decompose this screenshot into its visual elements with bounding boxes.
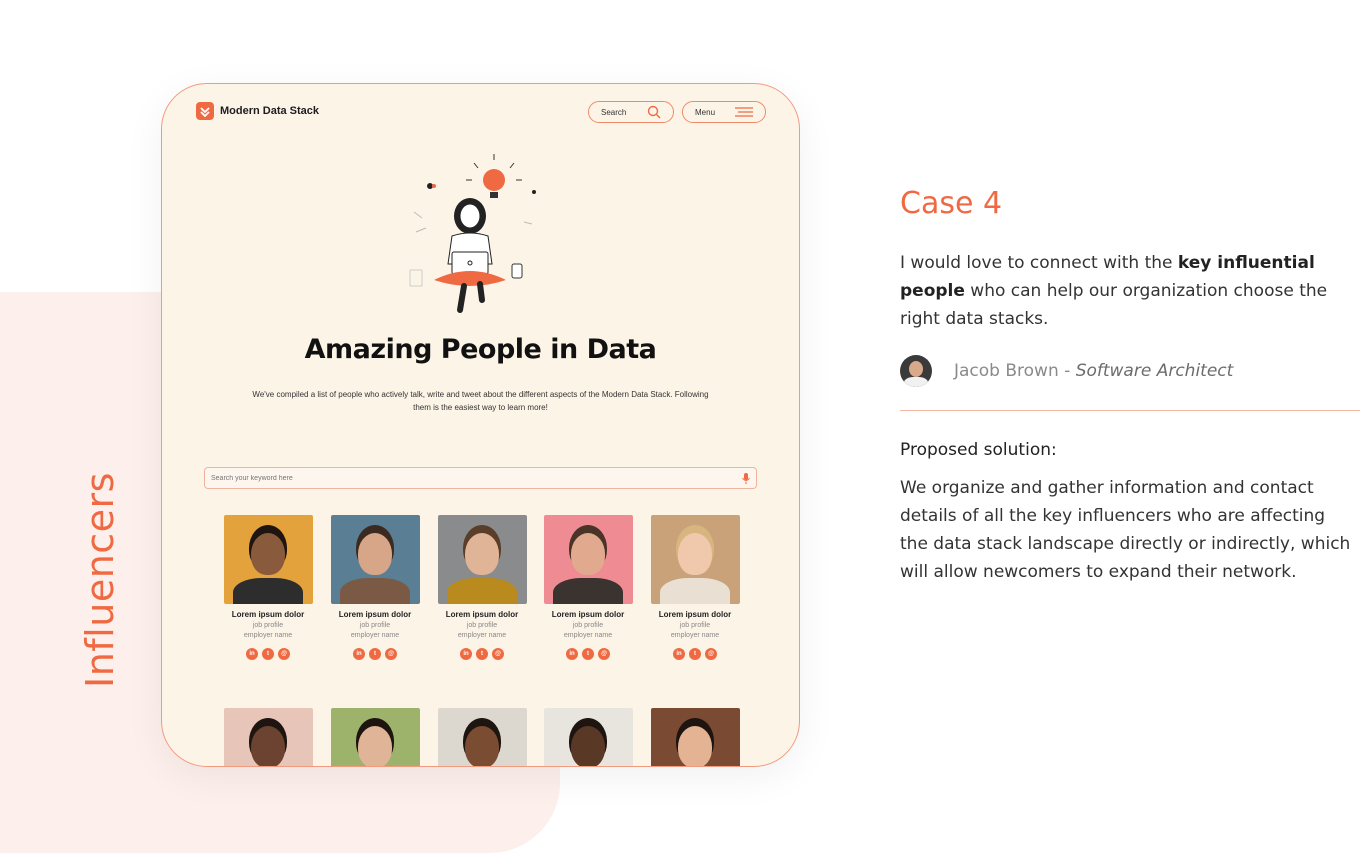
- search-icon: [647, 105, 661, 119]
- section-label: Influencers: [60, 470, 140, 690]
- proposed-heading: Proposed solution:: [900, 440, 1057, 460]
- hero-title: Amazing People in Data: [304, 334, 657, 365]
- influencer-photo[interactable]: [437, 515, 527, 604]
- influencer-card[interactable]: Lorem ipsum dolor job profile employer n…: [649, 515, 741, 660]
- menu-button[interactable]: Menu: [682, 101, 766, 123]
- hero-illustration: [409, 154, 536, 313]
- social-links: in t @: [542, 648, 634, 660]
- case-quote: I would love to connect with the key inf…: [900, 249, 1355, 333]
- influencer-employer: employer name: [563, 632, 613, 639]
- author-name: Jacob Brown -: [954, 361, 1076, 381]
- linkedin-icon[interactable]: in: [460, 648, 472, 660]
- twitter-icon[interactable]: t: [262, 648, 274, 660]
- brand-logo[interactable]: Modern Data Stack: [196, 102, 319, 120]
- quote-author: Jacob Brown - Software Architect: [900, 355, 1233, 387]
- logo-icon: [196, 102, 214, 120]
- influencer-photo[interactable]: [223, 515, 313, 604]
- social-links: in t @: [649, 648, 741, 660]
- website-icon[interactable]: @: [492, 648, 504, 660]
- influencer-photo[interactable]: [223, 708, 313, 766]
- influencer-photo[interactable]: [330, 708, 420, 766]
- website-icon[interactable]: @: [278, 648, 290, 660]
- influencer-photo[interactable]: [650, 708, 740, 766]
- app-mockup: Modern Data Stack Search Menu Amazing Pe…: [161, 83, 800, 767]
- linkedin-icon[interactable]: in: [353, 648, 365, 660]
- influencer-card[interactable]: Lorem ipsum dolor job profile employer n…: [436, 515, 528, 660]
- influencer-employer: employer name: [350, 632, 400, 639]
- influencer-name: Lorem ipsum dolor: [658, 610, 732, 619]
- influencer-card[interactable]: Lorem ipsum dolor job profile employer n…: [329, 515, 421, 660]
- search-button[interactable]: Search: [588, 101, 674, 123]
- influencer-name: Lorem ipsum dolor: [551, 610, 625, 619]
- website-icon[interactable]: @: [598, 648, 610, 660]
- social-links: in t @: [329, 648, 421, 660]
- influencer-photo[interactable]: [543, 708, 633, 766]
- influencer-card[interactable]: Lorem ipsum dolor job profile employer n…: [222, 515, 314, 660]
- hero-subtitle: We've compiled a list of people who acti…: [252, 390, 709, 412]
- twitter-icon[interactable]: t: [582, 648, 594, 660]
- section-label-text: Influencers: [78, 472, 122, 688]
- linkedin-icon[interactable]: in: [673, 648, 685, 660]
- keyword-search-input[interactable]: [211, 474, 691, 482]
- website-icon[interactable]: @: [385, 648, 397, 660]
- menu-button-label: Menu: [695, 107, 716, 117]
- author-caption: Jacob Brown - Software Architect: [954, 361, 1233, 381]
- linkedin-icon[interactable]: in: [566, 648, 578, 660]
- linkedin-icon[interactable]: in: [246, 648, 258, 660]
- influencer-photo[interactable]: [543, 515, 633, 604]
- influencer-card[interactable]: [542, 708, 634, 766]
- influencer-job: job profile: [359, 622, 391, 629]
- influencer-name: Lorem ipsum dolor: [338, 610, 412, 619]
- influencer-photo[interactable]: [650, 515, 740, 604]
- case-title: Case 4: [900, 186, 1003, 221]
- keyword-search-bar[interactable]: [204, 467, 757, 489]
- influencer-card[interactable]: [329, 708, 421, 766]
- influencer-card[interactable]: Lorem ipsum dolor job profile employer n…: [542, 515, 634, 660]
- influencer-job: job profile: [252, 622, 284, 629]
- microphone-icon[interactable]: [742, 472, 750, 484]
- solution-text: We organize and gather information and c…: [900, 478, 1351, 582]
- influencer-employer: employer name: [670, 632, 720, 639]
- case-study-slide: Influencers Modern Data Stack Search Men…: [0, 0, 1360, 853]
- divider: [900, 410, 1360, 411]
- social-links: in t @: [222, 648, 314, 660]
- hamburger-icon: [735, 107, 753, 117]
- influencer-photo[interactable]: [437, 708, 527, 766]
- influencer-name: Lorem ipsum dolor: [445, 610, 519, 619]
- author-role: Software Architect: [1075, 361, 1234, 381]
- avatar: [900, 355, 932, 387]
- influencer-name: Lorem ipsum dolor: [231, 610, 305, 619]
- influencer-card[interactable]: [222, 708, 314, 766]
- influencer-card[interactable]: [649, 708, 741, 766]
- quote-text-start: I would love to connect with the: [900, 253, 1178, 273]
- top-nav: Modern Data Stack Search Menu: [196, 101, 766, 123]
- twitter-icon[interactable]: t: [476, 648, 488, 660]
- twitter-icon[interactable]: t: [689, 648, 701, 660]
- influencer-employer: employer name: [243, 632, 293, 639]
- influencer-employer: employer name: [457, 632, 507, 639]
- influencer-job: job profile: [572, 622, 604, 629]
- influencer-card[interactable]: [436, 708, 528, 766]
- website-icon[interactable]: @: [705, 648, 717, 660]
- influencer-job: job profile: [466, 622, 498, 629]
- influencer-job: job profile: [679, 622, 711, 629]
- influencer-photo[interactable]: [330, 515, 420, 604]
- search-button-label: Search: [601, 107, 627, 117]
- quote-text-end: who can help our organization choose the…: [900, 281, 1328, 329]
- brand-name: Modern Data Stack: [220, 105, 320, 117]
- twitter-icon[interactable]: t: [369, 648, 381, 660]
- social-links: in t @: [436, 648, 528, 660]
